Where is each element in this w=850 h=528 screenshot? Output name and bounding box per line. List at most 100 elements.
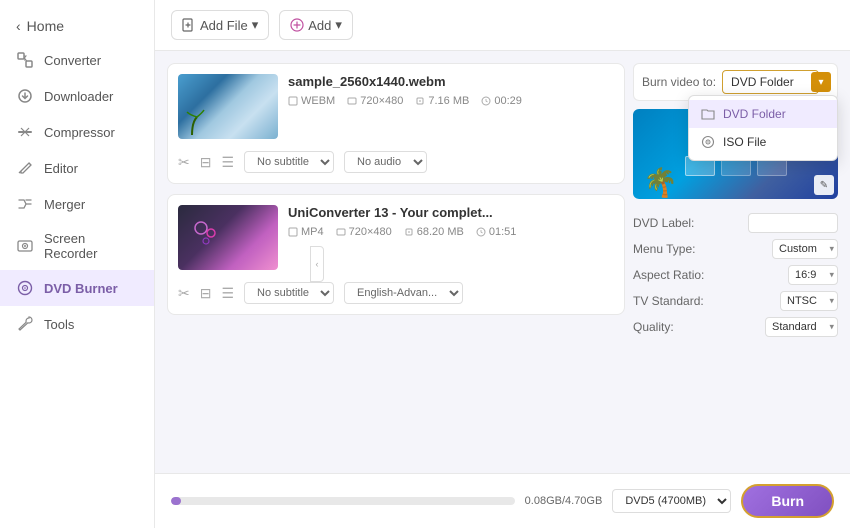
menu-type-row: Menu Type: Custom: [633, 239, 838, 259]
file-thumbnail-2: [178, 205, 278, 270]
sidebar-item-dvd-burner[interactable]: DVD Burner: [0, 270, 154, 306]
file-card-top: sample_2560x1440.webm WEBM 720×480: [178, 74, 614, 139]
toolbar: Add File ▾ Add ▾: [155, 0, 850, 51]
right-panel: Burn video to: DVD Folder ▾ DVD Fold: [633, 63, 838, 461]
dvd-label-input[interactable]: [748, 213, 838, 233]
sidebar-item-label: Tools: [44, 317, 74, 332]
sidebar-item-downloader[interactable]: Downloader: [0, 78, 154, 114]
burn-to-dropdown-arrow[interactable]: ▾: [811, 72, 831, 92]
burn-button[interactable]: Burn: [741, 484, 834, 518]
file-card: sample_2560x1440.webm WEBM 720×480: [167, 63, 625, 184]
sidebar-item-label: DVD Burner: [44, 281, 118, 296]
file-duration-1: 00:29: [481, 95, 522, 107]
dropdown-item-iso-file[interactable]: ISO File: [689, 128, 837, 156]
file-resolution-2: 720×480: [336, 226, 392, 238]
folder-icon: [701, 107, 715, 121]
settings-panel: DVD Label: Menu Type: Custom Aspect Rati…: [633, 207, 838, 343]
quality-select-wrapper: Standard: [765, 317, 838, 337]
add-file-arrow: ▾: [252, 17, 259, 33]
tv-standard-select-wrapper: NTSC: [780, 291, 838, 311]
crop-icon-1[interactable]: ⊟: [200, 154, 212, 171]
sidebar-item-converter[interactable]: Converter: [0, 42, 154, 78]
downloader-icon: [16, 87, 34, 105]
subtitle-select-1[interactable]: No subtitle: [244, 151, 334, 173]
more-icon-2[interactable]: ☰: [221, 285, 234, 302]
dropdown-item-label: DVD Folder: [723, 107, 786, 121]
converter-icon: [16, 51, 34, 69]
dropdown-item-dvd-folder[interactable]: DVD Folder: [689, 100, 837, 128]
burn-to-label: Burn video to:: [642, 75, 716, 89]
progress-bar-fill: [171, 497, 181, 505]
sidebar-item-editor[interactable]: Editor: [0, 150, 154, 186]
file-resolution-1: 720×480: [347, 95, 403, 107]
aspect-ratio-row: Aspect Ratio: 16:9: [633, 265, 838, 285]
sidebar-item-label: Compressor: [44, 125, 115, 140]
palm-icon: 🌴: [643, 166, 678, 199]
file-list-area: sample_2560x1440.webm WEBM 720×480: [155, 51, 850, 473]
burn-to-select[interactable]: DVD Folder: [722, 70, 819, 94]
subtitle-select-2[interactable]: No subtitle: [244, 282, 334, 304]
cut-icon-1[interactable]: ✂: [178, 154, 190, 171]
file-name-1: sample_2560x1440.webm: [288, 74, 614, 89]
file-meta-2: MP4 720×480 68.20 MB: [288, 226, 614, 238]
sidebar-item-tools[interactable]: Tools: [0, 306, 154, 342]
crop-icon-2[interactable]: ⊟: [200, 285, 212, 302]
sidebar-item-label: Downloader: [44, 89, 113, 104]
cut-icon-2[interactable]: ✂: [178, 285, 190, 302]
burn-to-dropdown-menu: DVD Folder ISO File: [688, 95, 838, 161]
preview-edit-button[interactable]: ✎: [814, 175, 834, 195]
file-card-2: UniConverter 13 - Your complet... MP4 72…: [167, 194, 625, 315]
aspect-ratio-label: Aspect Ratio:: [633, 268, 704, 282]
add-file-button[interactable]: Add File ▾: [171, 10, 269, 40]
file-name-2: UniConverter 13 - Your complet...: [288, 205, 614, 220]
disc-icon: [701, 135, 715, 149]
disc-type-select[interactable]: DVD5 (4700MB): [612, 489, 731, 513]
aspect-ratio-select[interactable]: 16:9: [788, 265, 838, 285]
dvd-burner-icon: [16, 279, 34, 297]
aspect-ratio-select-wrapper: 16:9: [788, 265, 838, 285]
sidebar-item-label: Merger: [44, 197, 85, 212]
tv-standard-label: TV Standard:: [633, 294, 704, 308]
menu-type-select-wrapper: Custom: [772, 239, 838, 259]
back-button[interactable]: ‹ Home: [0, 10, 154, 42]
sidebar: ‹ Home Converter Downloader: [0, 0, 155, 528]
add-file-icon: [182, 18, 196, 32]
add-file-label: Add File: [200, 18, 248, 33]
file-card-top-2: UniConverter 13 - Your complet... MP4 72…: [178, 205, 614, 270]
audio-select-1[interactable]: No audio: [344, 151, 427, 173]
add-icon: [290, 18, 304, 32]
file-size-2: 68.20 MB: [404, 226, 464, 238]
dvd-label-row: DVD Label:: [633, 213, 838, 233]
tv-standard-select[interactable]: NTSC: [780, 291, 838, 311]
quality-row: Quality: Standard: [633, 317, 838, 337]
file-format-1: WEBM: [288, 95, 335, 107]
file-thumbnail-1: [178, 74, 278, 139]
file-actions-2: ✂ ⊟ ☰ No subtitle English-Advan...: [178, 278, 614, 304]
storage-info: 0.08GB/4.70GB: [525, 495, 603, 507]
back-icon: ‹: [16, 18, 21, 34]
file-info-2: UniConverter 13 - Your complet... MP4 72…: [288, 205, 614, 238]
thumbnail-pink: [178, 205, 278, 270]
more-icon-1[interactable]: ☰: [221, 154, 234, 171]
sidebar-item-label: Converter: [44, 53, 101, 68]
sidebar-item-merger[interactable]: Merger: [0, 186, 154, 222]
file-list: sample_2560x1440.webm WEBM 720×480: [167, 63, 625, 461]
tools-icon: [16, 315, 34, 333]
quality-select[interactable]: Standard: [765, 317, 838, 337]
menu-type-select[interactable]: Custom: [772, 239, 838, 259]
audio-select-2[interactable]: English-Advan...: [344, 282, 463, 304]
thumbnail-beach: [178, 74, 278, 139]
screen-recorder-icon: [16, 237, 34, 255]
file-duration-2: 01:51: [476, 226, 517, 238]
file-info-1: sample_2560x1440.webm WEBM 720×480: [288, 74, 614, 107]
add-button[interactable]: Add ▾: [279, 10, 353, 40]
sidebar-item-compressor[interactable]: Compressor: [0, 114, 154, 150]
quality-label: Quality:: [633, 320, 674, 334]
dropdown-item-label: ISO File: [723, 135, 766, 149]
file-size-1: 7.16 MB: [415, 95, 469, 107]
sidebar-item-screen-recorder[interactable]: Screen Recorder: [0, 222, 154, 270]
file-format-2: MP4: [288, 226, 324, 238]
menu-type-label: Menu Type:: [633, 242, 695, 256]
sidebar-item-label: Screen Recorder: [44, 231, 138, 261]
sidebar-collapse-handle[interactable]: ‹: [310, 246, 324, 282]
